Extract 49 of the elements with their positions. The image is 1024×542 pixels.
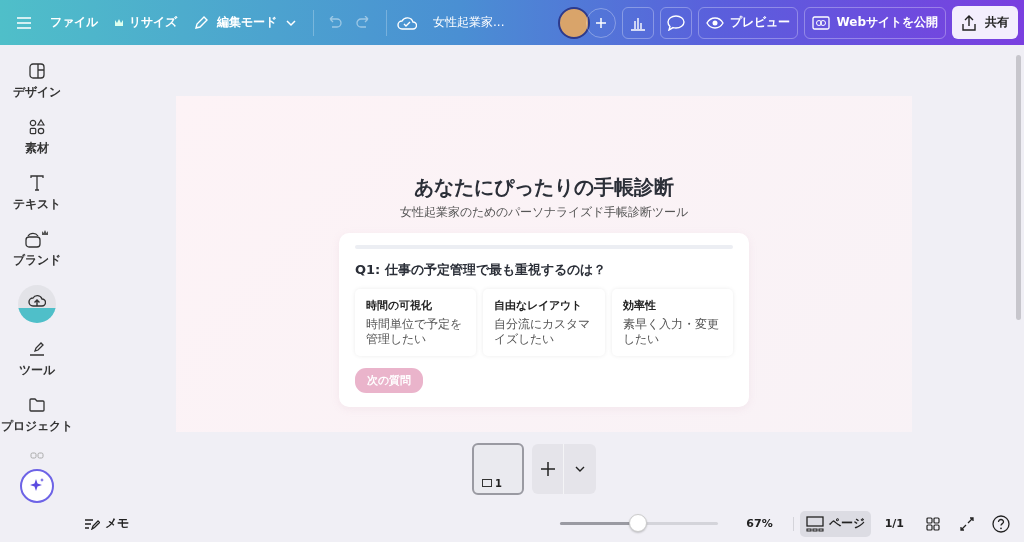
- page-title: あなたにぴったりの手帳診断: [414, 174, 674, 201]
- projects-tab[interactable]: プロジェクト: [1, 395, 73, 451]
- zoom-percentage[interactable]: 67%: [746, 517, 773, 530]
- brand-tab[interactable]: ブランド: [13, 229, 61, 285]
- page-count[interactable]: 1/1: [884, 517, 904, 530]
- question-text: Q1: 仕事の予定管理で最も重視するのは？: [355, 261, 607, 279]
- pages-view-button[interactable]: ページ: [799, 510, 871, 537]
- page-subtitle: 女性起業家のためのパーソナライズド手帳診断ツール: [400, 204, 688, 221]
- design-tab[interactable]: デザイン: [13, 61, 61, 117]
- layout-icon: [29, 61, 45, 81]
- option-description: 時間単位で予定を管理したい: [366, 317, 463, 347]
- publish-website-button[interactable]: Webサイトを公開: [804, 6, 946, 39]
- option-title: 効率性: [622, 298, 657, 313]
- preview-button[interactable]: プレビュー: [698, 6, 799, 39]
- crown-icon: [114, 18, 124, 27]
- cloud-upload-icon: [28, 293, 46, 309]
- share-button[interactable]: 共有: [952, 6, 1018, 39]
- upload-button[interactable]: [18, 285, 56, 323]
- brand-kit-icon: [24, 229, 50, 249]
- magic-sparkle-button[interactable]: [20, 469, 54, 503]
- elements-tab[interactable]: 素材: [25, 117, 49, 173]
- avatar[interactable]: [558, 6, 591, 39]
- notes-button[interactable]: メモ: [84, 515, 129, 532]
- folder-icon: [29, 395, 45, 415]
- shapes-icon: [29, 117, 45, 137]
- chart-icon[interactable]: [622, 6, 655, 39]
- notes-pen-icon: [84, 517, 100, 530]
- zoom-slider-thumb[interactable]: [628, 514, 647, 532]
- answer-option[interactable]: 効率性 素早く入力・変更したい: [611, 289, 733, 356]
- comment-icon[interactable]: [660, 6, 693, 39]
- option-title: 自由なレイアウト: [494, 298, 584, 313]
- page-number: 1: [495, 477, 502, 489]
- text-tab[interactable]: テキスト: [13, 173, 61, 229]
- answer-option[interactable]: 時間の可視化 時間単位で予定を管理したい: [355, 289, 477, 356]
- option-title: 時間の可視化: [366, 298, 433, 313]
- option-description: 素早く入力・変更したい: [622, 317, 720, 347]
- tools-tab[interactable]: ツール: [19, 339, 55, 395]
- eye-icon: [706, 16, 725, 29]
- pencil-icon: [193, 14, 209, 31]
- option-description: 自分流にカスタマイズしたい: [494, 317, 592, 347]
- answer-option[interactable]: 自由なレイアウト 自分流にカスタマイズしたい: [483, 289, 605, 356]
- page-thumbnail[interactable]: 1: [472, 442, 524, 495]
- plus-icon: [539, 460, 556, 477]
- chevron-down-icon: [285, 18, 297, 27]
- plus-icon: [595, 16, 608, 29]
- upload-arrow-icon: [961, 14, 977, 31]
- scrollbar[interactable]: [1016, 55, 1021, 320]
- pages-layout-icon: [805, 515, 824, 532]
- text-icon: [29, 173, 45, 193]
